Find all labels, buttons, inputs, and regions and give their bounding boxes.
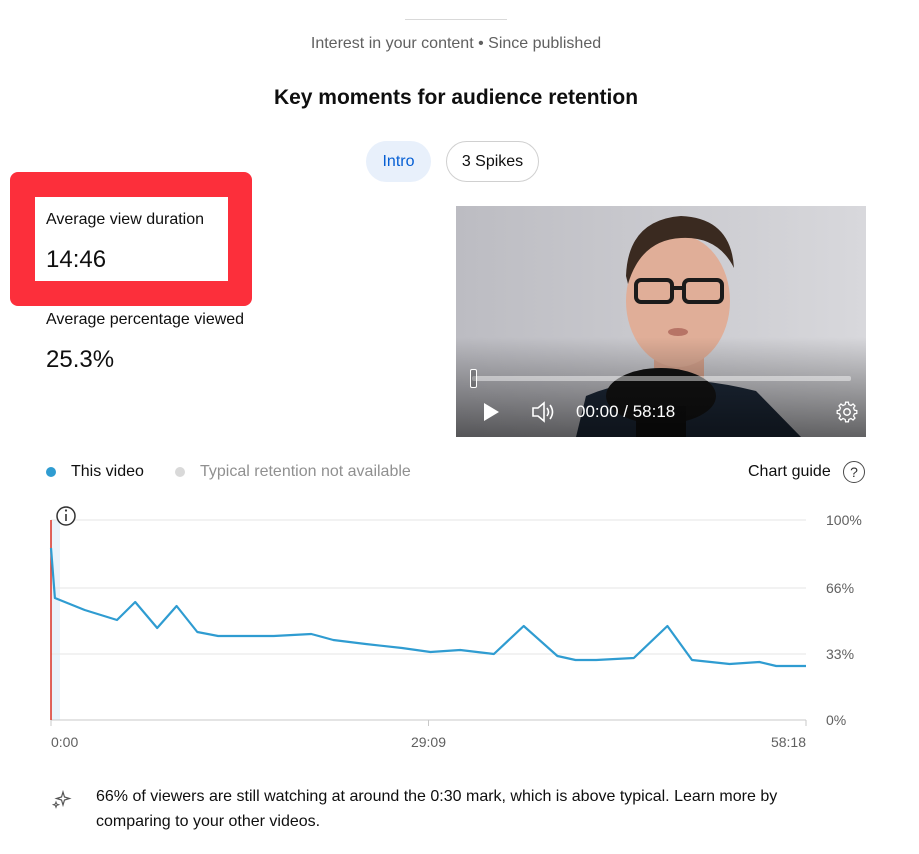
legend-dot-typical	[175, 467, 185, 477]
avg-view-duration-value: 14:46	[46, 246, 107, 273]
x-tick-label: 29:09	[411, 734, 446, 750]
info-icon-dot	[64, 509, 68, 512]
video-time: 00:00 / 58:18	[576, 402, 676, 421]
chip-intro[interactable]: Intro	[366, 141, 431, 182]
chart-guide-link[interactable]: Chart guide	[748, 463, 831, 481]
page-subtitle: Interest in your content • Since publish…	[310, 35, 602, 52]
volume-icon[interactable]	[531, 401, 557, 423]
sparkle-icon	[52, 789, 72, 809]
avg-percentage-viewed-value: 25.3%	[46, 346, 115, 373]
legend-this-video: This video	[71, 463, 144, 480]
y-tick-label: 33%	[826, 646, 854, 662]
chip-3-spikes[interactable]: 3 Spikes	[446, 141, 539, 182]
top-divider	[405, 19, 507, 20]
x-tick-label: 58:18	[771, 734, 806, 750]
x-tick-label: 0:00	[51, 734, 78, 750]
legend-dot-this-video	[46, 467, 56, 477]
y-tick-label: 100%	[826, 512, 862, 528]
y-tick-label: 66%	[826, 580, 854, 596]
video-progress-handle[interactable]	[470, 369, 477, 388]
insight-text: 66% of viewers are still watching at aro…	[96, 788, 778, 830]
highlight-band	[51, 520, 60, 720]
series-line-this-video	[49, 547, 806, 668]
help-circle-icon[interactable]: ?	[843, 461, 865, 483]
controls-gradient	[456, 337, 866, 437]
page-title: Key moments for audience retention	[273, 86, 639, 109]
avg-view-duration-label: Average view duration	[46, 211, 205, 228]
settings-icon[interactable]	[836, 401, 858, 423]
y-tick-label: 0%	[826, 712, 846, 728]
legend-typical: Typical retention not available	[200, 463, 411, 480]
video-progress-bar[interactable]	[472, 376, 851, 381]
video-player[interactable]: 00:00 / 58:18	[456, 206, 866, 437]
avg-percentage-viewed-label: Average percentage viewed	[46, 311, 245, 328]
play-icon[interactable]	[482, 402, 500, 422]
retention-chart: 100% 66% 33% 0% 0:00 29:09 58:18	[49, 506, 862, 750]
